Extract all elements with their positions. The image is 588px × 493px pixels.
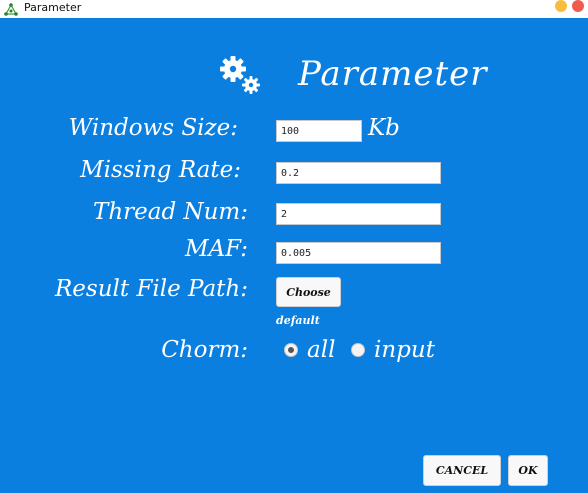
title-bar: Parameter bbox=[0, 0, 588, 18]
gears-icon bbox=[218, 54, 264, 98]
choose-button[interactable]: Choose bbox=[276, 277, 341, 307]
thread-num-input[interactable] bbox=[276, 203, 441, 225]
windows-size-label: Windows Size: bbox=[68, 115, 238, 141]
thread-num-label: Thread Num: bbox=[92, 199, 248, 225]
windows-size-unit: Kb bbox=[368, 115, 400, 141]
missing-rate-input[interactable] bbox=[276, 162, 441, 184]
ok-button[interactable]: OK bbox=[508, 455, 548, 486]
network-icon bbox=[4, 2, 18, 16]
minimize-button[interactable] bbox=[555, 0, 567, 12]
windows-size-input[interactable] bbox=[276, 120, 362, 142]
maf-label: MAF: bbox=[184, 236, 248, 262]
chorm-input-label[interactable]: input bbox=[374, 337, 435, 363]
chorm-all-label[interactable]: all bbox=[307, 337, 335, 363]
chorm-input-radio[interactable] bbox=[351, 343, 365, 357]
window-title: Parameter bbox=[24, 1, 82, 14]
close-button[interactable] bbox=[572, 0, 584, 12]
chorm-all-radio[interactable] bbox=[284, 343, 298, 357]
page-title: Parameter bbox=[298, 54, 488, 94]
chorm-label: Chorm: bbox=[161, 337, 248, 363]
maf-input[interactable] bbox=[276, 242, 441, 264]
result-file-path-label: Result File Path: bbox=[54, 276, 248, 302]
result-path-hint: default bbox=[276, 314, 320, 327]
cancel-button[interactable]: CANCEL bbox=[423, 455, 501, 486]
missing-rate-label: Missing Rate: bbox=[80, 157, 241, 183]
